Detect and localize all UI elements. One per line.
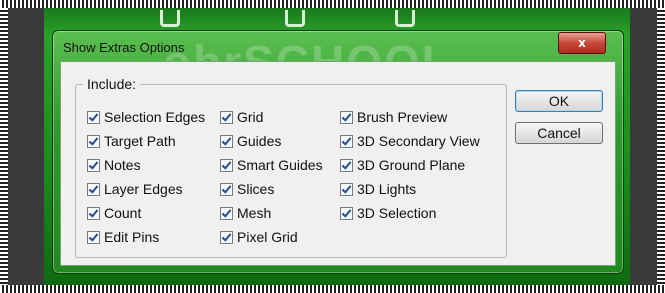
include-legend: Include: — [83, 76, 141, 92]
checkbox-3d-secondary-view[interactable]: 3D Secondary View — [340, 132, 480, 150]
hook-icon — [395, 10, 415, 27]
checkbox-checked-icon[interactable] — [220, 230, 233, 244]
close-button[interactable]: x — [558, 32, 606, 54]
checkbox-pixel-grid[interactable]: Pixel Grid — [220, 228, 298, 246]
checkbox-mesh[interactable]: Mesh — [220, 204, 271, 222]
checkbox-checked-icon[interactable] — [87, 206, 100, 220]
checkbox-grid[interactable]: Grid — [220, 108, 263, 126]
checkbox-label: Target Path — [104, 133, 176, 149]
checkbox-label: Guides — [237, 133, 282, 149]
checkbox-layer-edges[interactable]: Layer Edges — [87, 180, 183, 198]
top-decoration — [150, 8, 450, 30]
checkbox-slices[interactable]: Slices — [220, 180, 274, 198]
checkbox-label: Grid — [237, 109, 264, 125]
hook-icon — [285, 10, 305, 27]
checkbox-label: 3D Ground Plane — [357, 157, 466, 173]
checkbox-label: Selection Edges — [104, 109, 206, 125]
checkbox-label: Slices — [237, 181, 275, 197]
checkbox-label: 3D Lights — [357, 181, 417, 197]
checkbox-3d-selection[interactable]: 3D Selection — [340, 204, 436, 222]
checkbox-checked-icon[interactable] — [87, 134, 100, 148]
checkbox-label: Brush Preview — [357, 109, 448, 125]
checkbox-checked-icon[interactable] — [340, 110, 353, 124]
checkbox-guides[interactable]: Guides — [220, 132, 281, 150]
checkbox-checked-icon[interactable] — [340, 182, 353, 196]
checkbox-smart-guides[interactable]: Smart Guides — [220, 156, 323, 174]
checkbox-checked-icon[interactable] — [87, 158, 100, 172]
checkbox-checked-icon[interactable] — [220, 158, 233, 172]
checkbox-label: Edit Pins — [104, 229, 160, 245]
checkbox-checked-icon[interactable] — [87, 110, 100, 124]
checkbox-checked-icon[interactable] — [340, 158, 353, 172]
checkbox-notes[interactable]: Notes — [87, 156, 141, 174]
checkbox-checked-icon[interactable] — [87, 230, 100, 244]
checkbox-label: Notes — [104, 157, 141, 173]
checkbox-label: Mesh — [237, 205, 272, 221]
checkbox-checked-icon[interactable] — [220, 206, 233, 220]
checkbox-label: 3D Secondary View — [357, 133, 480, 149]
checkbox-brush-preview[interactable]: Brush Preview — [340, 108, 447, 126]
checkbox-label: Smart Guides — [237, 157, 323, 173]
show-extras-dialog: Show Extras Options ohrSCHOOL x Include:… — [52, 30, 624, 274]
hook-icon — [160, 10, 180, 27]
checkbox-checked-icon[interactable] — [220, 182, 233, 196]
checkbox-checked-icon[interactable] — [220, 110, 233, 124]
checkbox-label: Pixel Grid — [237, 229, 298, 245]
checkbox-label: Count — [104, 205, 142, 221]
checkbox-3d-lights[interactable]: 3D Lights — [340, 180, 416, 198]
checkbox-label: 3D Selection — [357, 205, 437, 221]
checkbox-checked-icon[interactable] — [220, 134, 233, 148]
checkbox-edit-pins[interactable]: Edit Pins — [87, 228, 159, 246]
checkbox-count[interactable]: Count — [87, 204, 141, 222]
checkbox-checked-icon[interactable] — [340, 134, 353, 148]
checkbox-label: Layer Edges — [104, 181, 183, 197]
title-bar[interactable]: Show Extras Options ohrSCHOOL x — [53, 31, 623, 88]
dialog-body: Include: Selection Edges Target Path Not… — [60, 61, 616, 266]
checkbox-checked-icon[interactable] — [87, 182, 100, 196]
cancel-button[interactable]: Cancel — [515, 122, 603, 144]
checkbox-selection-edges[interactable]: Selection Edges — [87, 108, 205, 126]
checkbox-target-path[interactable]: Target Path — [87, 132, 176, 150]
checkbox-checked-icon[interactable] — [340, 206, 353, 220]
ok-button[interactable]: OK — [515, 90, 603, 112]
checkbox-3d-ground-plane[interactable]: 3D Ground Plane — [340, 156, 465, 174]
